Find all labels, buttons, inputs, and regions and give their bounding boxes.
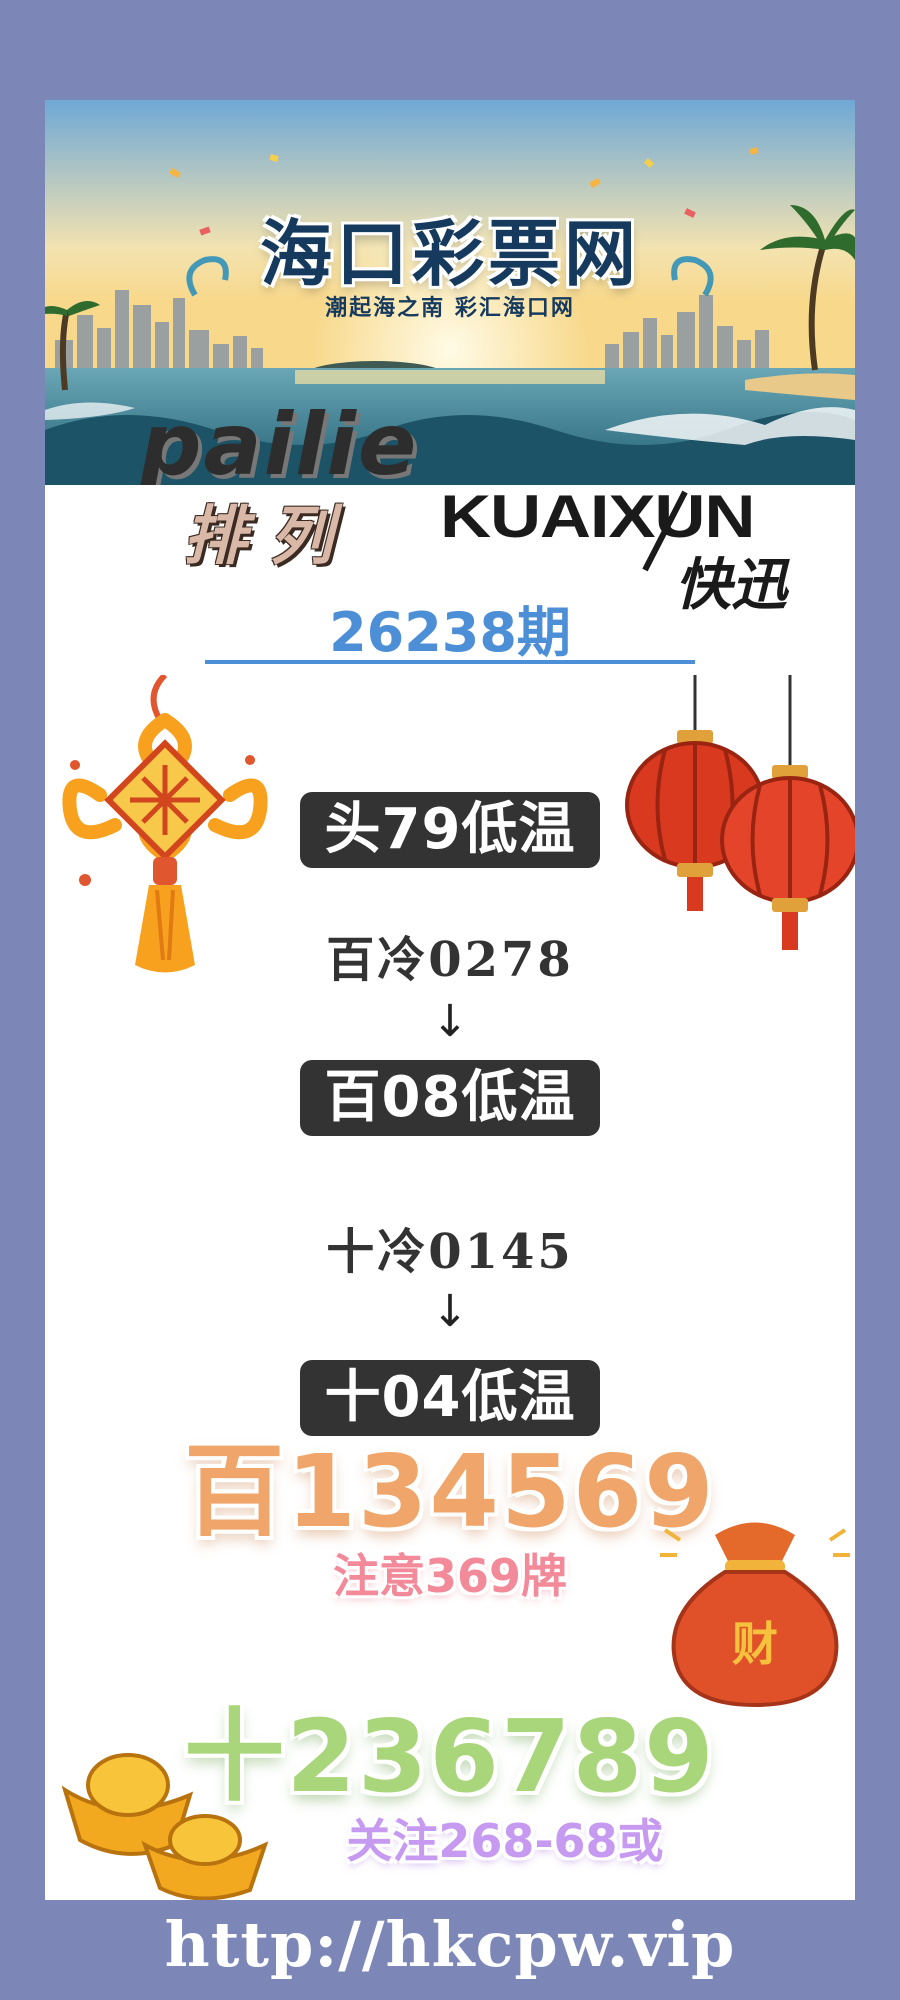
poster-card: 海口彩票网 潮起海之南 彩汇海口网 pailie 排列 KUAIXUN 快迅 2… bbox=[45, 100, 855, 1900]
issue-underline bbox=[205, 660, 695, 664]
head-prediction-pill: 头79低温 bbox=[300, 792, 600, 868]
banner-slogan: 潮起海之南 彩汇海口网 bbox=[325, 296, 575, 321]
footer-url: http://hkcpw.vip bbox=[164, 1908, 736, 1981]
down-arrow-icon: ↓ bbox=[431, 1286, 469, 1337]
hundreds-cold-text: 百冷0278 bbox=[326, 932, 574, 988]
hundreds-prediction-pill: 百08低温 bbox=[300, 1060, 600, 1136]
tens-cold-text: 十冷0145 bbox=[326, 1224, 574, 1280]
banner-title: 海口彩票网 bbox=[259, 212, 640, 296]
down-arrow-icon: ↓ bbox=[431, 996, 469, 1047]
issue-number: 26238期 bbox=[329, 601, 571, 664]
pailie-chinese-title: 排列 bbox=[183, 500, 355, 574]
banner: 海口彩票网 潮起海之南 彩汇海口网 pailie bbox=[45, 100, 855, 485]
svg-text:财: 财 bbox=[732, 1617, 778, 1671]
banner-pailie-wordmark: pailie bbox=[140, 395, 419, 485]
tens-pick-note: 关注268-68或 bbox=[346, 1814, 664, 1868]
